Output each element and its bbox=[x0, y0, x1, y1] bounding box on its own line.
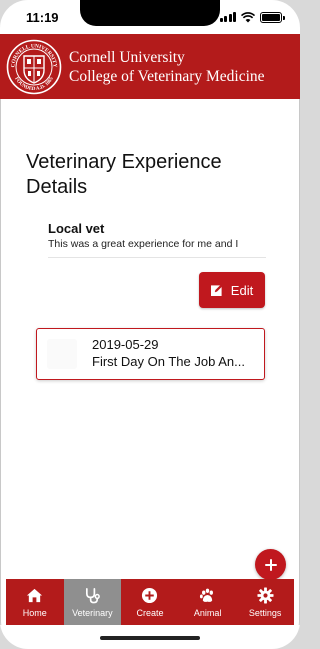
status-icons bbox=[219, 11, 285, 23]
home-indicator[interactable] bbox=[100, 636, 200, 640]
edit-icon bbox=[210, 284, 223, 296]
wifi-icon bbox=[241, 11, 255, 22]
experience-description: This was a great experience for me and I bbox=[48, 238, 239, 250]
edit-button-label: Edit bbox=[230, 282, 254, 298]
battery-icon bbox=[260, 11, 285, 23]
device-notch bbox=[80, 0, 220, 26]
tab-settings[interactable]: Settings bbox=[236, 579, 294, 625]
add-entry-button[interactable] bbox=[255, 549, 286, 580]
journal-date: 2019-05-29 bbox=[92, 337, 159, 352]
tab-animal-label: Animal bbox=[193, 607, 222, 618]
plus-circle-icon bbox=[142, 587, 158, 603]
tab-animal[interactable]: Animal bbox=[179, 579, 237, 625]
gear-icon bbox=[257, 586, 274, 604]
tab-home-label: Home bbox=[22, 607, 47, 618]
experience-title: Local vet bbox=[48, 221, 105, 236]
bottom-tab-bar: Home Veterinary Create Animal Settings bbox=[6, 579, 294, 625]
status-bar: 11:19 bbox=[0, 0, 300, 34]
journal-entry-card[interactable]: 2019-05-29 First Day On The Job An... bbox=[36, 328, 265, 380]
tab-veterinary[interactable]: Veterinary bbox=[63, 579, 122, 625]
tab-create[interactable]: Create bbox=[121, 579, 179, 625]
tab-create-label: Create bbox=[136, 607, 164, 618]
paw-icon bbox=[200, 588, 214, 602]
header-university: Cornell University bbox=[69, 48, 185, 66]
header-college: College of Veterinary Medicine bbox=[69, 67, 265, 85]
tab-veterinary-label: Veterinary bbox=[72, 607, 113, 618]
header-title: Cornell University College of Veterinary… bbox=[69, 48, 265, 86]
status-time: 11:19 bbox=[26, 9, 59, 25]
stethoscope-icon bbox=[85, 587, 100, 603]
home-icon bbox=[27, 588, 43, 602]
cornell-seal-logo: CORNELL UNIVERSITY FOUNDED A.D. 1865 bbox=[6, 39, 62, 94]
divider bbox=[48, 257, 266, 258]
plus-icon bbox=[264, 558, 277, 571]
signal-icon bbox=[219, 12, 236, 22]
edit-button[interactable]: Edit bbox=[199, 272, 265, 308]
journal-title: First Day On The Job An... bbox=[92, 354, 245, 369]
page-title: Veterinary Experience Details bbox=[26, 151, 222, 198]
journal-thumbnail bbox=[47, 339, 77, 369]
tab-home[interactable]: Home bbox=[6, 579, 64, 625]
app-header: CORNELL UNIVERSITY FOUNDED A.D. 1865 Cor… bbox=[0, 34, 300, 99]
app-screen: 11:19 CORNELL UNIVERSITY FOUNDED A.D. 18… bbox=[0, 0, 300, 649]
tab-settings-label: Settings bbox=[248, 607, 282, 618]
